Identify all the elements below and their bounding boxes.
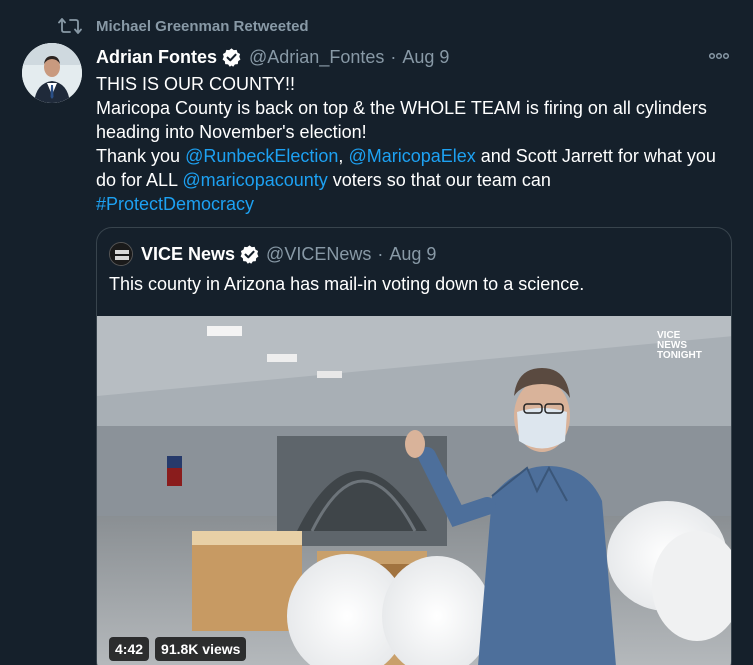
retweet-context: Michael Greenman Retweeted	[58, 16, 309, 36]
verified-badge-icon	[222, 47, 241, 67]
retweet-icon	[58, 18, 82, 34]
quoted-tweet[interactable]: VICE News @VICENews · Aug 9 This county …	[96, 227, 732, 665]
mention-link-maricopacounty[interactable]: @maricopacounty	[182, 170, 327, 190]
quoted-tweet-text: This county in Arizona has mail-in votin…	[109, 274, 585, 294]
tweet-line: THIS IS OUR COUNTY!!	[96, 74, 296, 94]
mention-link-runbeckelection[interactable]: @RunbeckElection	[185, 146, 338, 166]
tweet-text-segment: voters so that our team can	[327, 170, 551, 190]
video-info: 4:42 91.8K views	[109, 637, 247, 661]
tweet-line: Thank you @RunbeckElection, @MaricopaEle…	[96, 144, 736, 168]
video-watermark: TONIGHT	[657, 350, 702, 361]
retweeted-by-label[interactable]: Michael Greenman Retweeted	[96, 18, 309, 35]
author-name[interactable]: Adrian Fontes	[96, 47, 217, 68]
quoted-avatar	[109, 242, 133, 266]
avatar-image	[22, 43, 82, 103]
tweet-content: Adrian Fontes @Adrian_Fontes · Aug 9 THI…	[96, 44, 736, 216]
video-duration: 4:42	[109, 637, 150, 661]
tweet-header: Adrian Fontes @Adrian_Fontes · Aug 9	[96, 44, 736, 70]
quoted-author-name: VICE News	[141, 243, 236, 264]
hashtag-link[interactable]: #ProtectDemocracy	[96, 192, 736, 216]
tweet-date[interactable]: Aug 9	[402, 47, 449, 68]
avatar[interactable]	[22, 43, 82, 103]
tweet-text: THIS IS OUR COUNTY!! Maricopa County is …	[96, 72, 736, 216]
video-views: 91.8K views	[155, 637, 247, 661]
separator-dot: ·	[377, 243, 384, 264]
quoted-author-handle: @VICENews	[266, 243, 372, 264]
video-thumbnail: VICE NEWS TONIGHT	[97, 316, 731, 665]
tweet-text-segment: ,	[338, 146, 349, 166]
tweet[interactable]: Michael Greenman Retweeted Adrian Fontes…	[0, 0, 753, 665]
tweet-line: Maricopa County is back on top & the WHO…	[96, 98, 707, 118]
quoted-tweet-date: Aug 9	[389, 243, 437, 264]
tweet-line: do for ALL @maricopacounty voters so tha…	[96, 168, 736, 192]
tweet-line: heading into November's election!	[96, 122, 367, 142]
vice-news-logo-icon	[110, 243, 132, 265]
video-player[interactable]: VICE NEWS TONIGHT	[97, 316, 731, 665]
separator-dot: ·	[390, 46, 397, 67]
tweet-text-segment: and Scott Jarrett for what you	[475, 146, 716, 166]
tweet-text-segment: Thank you	[96, 146, 186, 166]
author-handle[interactable]: @Adrian_Fontes	[249, 47, 384, 68]
tweet-text-segment: do for ALL	[96, 170, 183, 190]
verified-badge-icon	[240, 244, 259, 264]
mention-link-maricopaelex[interactable]: @MaricopaElex	[348, 146, 475, 166]
quoted-tweet-header: VICE News @VICENews · Aug 9	[109, 242, 436, 266]
